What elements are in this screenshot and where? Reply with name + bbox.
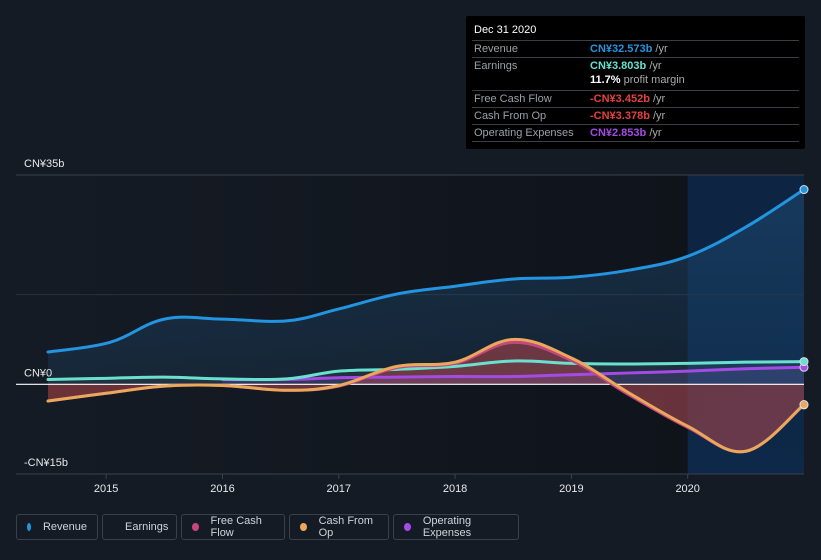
tooltip-label: Cash From Op [474,110,547,122]
tooltip-label: Operating Expenses [474,127,574,139]
x-tick-label: 2020 [675,483,699,495]
legend-item-earnings[interactable]: Earnings [102,514,177,540]
legend: Revenue Earnings Free Cash Flow Cash Fro… [16,514,519,540]
tooltip-profit-margin: 11.7% profit margin [590,74,685,86]
legend-item-revenue[interactable]: Revenue [16,514,98,540]
tooltip-value-text: -CN¥3.378b [590,110,650,122]
marker-revenue [799,185,809,195]
tooltip-row-revenue: Revenue CN¥32.573b /yr [472,40,799,57]
tooltip-value-text: CN¥32.573b [590,43,653,55]
y-tick-label: CN¥35b [24,158,64,170]
legend-label: Revenue [42,521,87,533]
tooltip-label: Free Cash Flow [474,93,552,105]
tooltip-date: Dec 31 2020 [474,24,537,36]
cash-from-op-dot-icon [300,523,307,531]
tooltip-row-free-cash-flow: Free Cash Flow -CN¥3.452b /yr [472,90,799,107]
free-cash-flow-dot-icon [192,523,199,531]
marker-earnings [799,357,809,367]
operating-expenses-dot-icon [404,523,411,531]
tooltip-value: -CN¥3.452b /yr [590,93,665,105]
revenue-dot-icon [27,523,31,531]
tooltip-value: -CN¥3.378b /yr [590,110,665,122]
tooltip-unit: /yr [646,60,662,72]
tooltip-unit: /yr [649,93,666,105]
legend-label: Operating Expenses [422,515,472,539]
tooltip-value-text: -CN¥3.452b [590,93,650,105]
legend-label: Cash From Op [318,515,373,539]
x-tick-label: 2015 [94,483,118,495]
legend-item-cash-from-op[interactable]: Cash From Op [289,514,389,540]
tooltip-value: CN¥3.803b /yr [590,60,662,72]
tooltip-row-cash-from-op: Cash From Op -CN¥3.378b /yr [472,107,799,124]
tooltip-value: CN¥2.853b /yr [590,127,662,139]
x-tick-label: 2018 [443,483,467,495]
x-tick-label: 2016 [210,483,234,495]
legend-item-free-cash-flow[interactable]: Free Cash Flow [181,514,285,540]
tooltip-row-operating-expenses: Operating Expenses CN¥2.853b /yr [472,124,799,142]
tooltip-value-text: CN¥2.853b [590,127,647,139]
legend-label: Free Cash Flow [210,515,262,539]
tooltip-unit: /yr [652,43,668,55]
tooltip-label: Earnings [474,60,518,72]
y-tick-label: CN¥0 [24,367,52,379]
marker-cash-from-op [799,400,809,410]
tooltip-label: Revenue [474,43,519,55]
tooltip-unit: /yr [646,127,662,139]
y-tick-label: -CN¥15b [24,457,68,469]
tooltip-value: CN¥32.573b /yr [590,43,668,55]
legend-item-operating-expenses[interactable]: Operating Expenses [393,514,519,540]
x-tick-label: 2019 [559,483,583,495]
profit-margin-label: profit margin [620,74,685,86]
legend-label: Earnings [125,521,169,533]
profit-margin-value: 11.7% [590,74,621,86]
tooltip-value-text: CN¥3.803b [590,60,647,72]
tooltip-unit: /yr [649,110,666,122]
x-tick-label: 2017 [327,483,351,495]
tooltip-panel: Dec 31 2020 Revenue CN¥32.573b /yr Earni… [466,16,805,149]
